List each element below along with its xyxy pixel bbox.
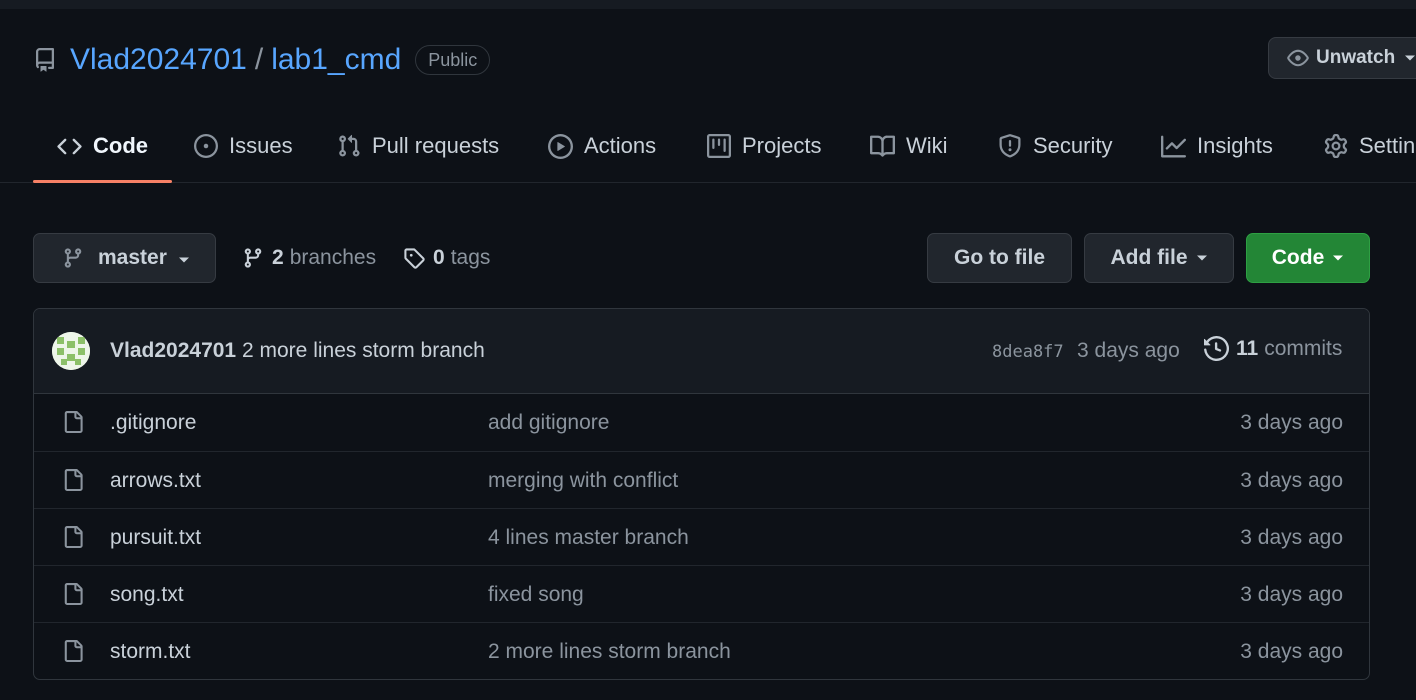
- file-commit-age: 3 days ago: [1240, 469, 1343, 492]
- tags-label: tags: [450, 246, 491, 269]
- commits-label: commits: [1264, 336, 1343, 360]
- play-icon: [548, 133, 584, 159]
- graph-icon: [1161, 134, 1197, 159]
- branches-count: 2: [272, 246, 284, 269]
- tab-actions[interactable]: Actions: [548, 110, 656, 182]
- branch-select-button[interactable]: master: [33, 233, 216, 283]
- file-commit-age: 3 days ago: [1240, 583, 1343, 606]
- project-icon: [707, 134, 742, 158]
- tab-insights[interactable]: Insights: [1161, 110, 1273, 182]
- tags-count: 0: [433, 246, 445, 269]
- file-icon: [62, 468, 84, 492]
- code-button-label: Code: [1271, 246, 1325, 269]
- tab-label: Wiki: [906, 133, 948, 158]
- add-file-button[interactable]: Add file: [1084, 233, 1234, 283]
- commit-author-link[interactable]: Vlad2024701: [110, 339, 236, 363]
- table-row: storm.txt 2 more lines storm branch 3 da…: [34, 622, 1369, 679]
- file-name-link[interactable]: arrows.txt: [110, 469, 201, 493]
- tab-label: Security: [1033, 133, 1113, 158]
- table-row: arrows.txt merging with conflict 3 days …: [34, 451, 1369, 508]
- avatar[interactable]: [52, 332, 90, 370]
- repo-nav-tabs: Code Issues Pull requests Actions Projec…: [0, 110, 1416, 183]
- tab-label: Code: [93, 133, 148, 158]
- file-commit-age: 3 days ago: [1240, 640, 1343, 663]
- commit-sha-link[interactable]: 8dea8f7: [992, 342, 1064, 362]
- gear-icon: [1324, 134, 1359, 158]
- file-name-link[interactable]: song.txt: [110, 583, 184, 607]
- book-icon: [870, 134, 906, 159]
- go-to-file-button[interactable]: Go to file: [927, 233, 1072, 283]
- tab-code[interactable]: Code: [33, 110, 172, 183]
- repo-icon: [33, 48, 57, 72]
- code-download-button[interactable]: Code: [1246, 233, 1370, 283]
- pull-request-icon: [337, 134, 372, 158]
- repo-header: Vlad2024701 / lab1_cmd Public: [33, 38, 491, 82]
- add-file-label: Add file: [1110, 246, 1188, 269]
- file-icon: [62, 639, 84, 663]
- tab-projects[interactable]: Projects: [707, 110, 821, 182]
- unwatch-button[interactable]: Unwatch: [1268, 37, 1416, 79]
- chevron-down-icon: [1332, 254, 1344, 262]
- file-commit-message-link[interactable]: fixed song: [488, 583, 584, 607]
- file-icon: [62, 410, 84, 434]
- repo-name-link[interactable]: lab1_cmd: [271, 40, 401, 80]
- file-commit-message-link[interactable]: 2 more lines storm branch: [488, 640, 731, 664]
- file-listing: Vlad2024701 2 more lines storm branch 8d…: [33, 308, 1370, 680]
- tab-security[interactable]: Security: [998, 110, 1112, 182]
- latest-commit-bar: Vlad2024701 2 more lines storm branch 8d…: [34, 309, 1369, 394]
- branch-name: master: [98, 246, 167, 269]
- branches-link[interactable]: 2 branches: [242, 240, 376, 276]
- chevron-down-icon: [1404, 54, 1416, 62]
- repo-path-separator: /: [254, 43, 264, 76]
- table-row: song.txt fixed song 3 days ago: [34, 565, 1369, 622]
- tab-settings[interactable]: Settin: [1324, 110, 1415, 182]
- tags-link[interactable]: 0 tags: [403, 240, 490, 276]
- unwatch-label: Unwatch: [1316, 47, 1396, 68]
- tab-label: Insights: [1197, 133, 1273, 158]
- commits-count: 11: [1236, 336, 1259, 360]
- branch-icon: [62, 247, 84, 269]
- file-commit-message-link[interactable]: merging with conflict: [488, 469, 678, 493]
- branches-label: branches: [289, 246, 377, 269]
- file-commit-age: 3 days ago: [1240, 411, 1343, 434]
- tab-label: Issues: [229, 133, 293, 158]
- tab-issues[interactable]: Issues: [194, 110, 293, 182]
- commits-history-link[interactable]: 11 commits: [1204, 336, 1342, 361]
- shield-icon: [998, 134, 1033, 158]
- commit-message-link[interactable]: 2 more lines storm branch: [242, 339, 485, 363]
- chevron-down-icon: [1196, 254, 1208, 262]
- tab-label: Actions: [584, 133, 657, 158]
- code-icon: [57, 134, 93, 159]
- file-name-link[interactable]: storm.txt: [110, 640, 191, 664]
- tab-pull-requests[interactable]: Pull requests: [337, 110, 499, 182]
- top-strip: [0, 0, 1416, 9]
- file-name-link[interactable]: .gitignore: [110, 411, 196, 435]
- file-rows: .gitignore add gitignore 3 days ago arro…: [34, 394, 1369, 679]
- chevron-down-icon: [178, 256, 190, 264]
- file-name-link[interactable]: pursuit.txt: [110, 526, 201, 550]
- file-commit-message-link[interactable]: 4 lines master branch: [488, 526, 689, 550]
- repo-owner-link[interactable]: Vlad2024701: [70, 40, 247, 80]
- commit-age: 3 days ago: [1077, 339, 1180, 362]
- visibility-badge: Public: [415, 45, 491, 75]
- tab-label: Settin: [1359, 133, 1416, 158]
- file-icon: [62, 582, 84, 606]
- issue-icon: [194, 134, 229, 158]
- tab-label: Pull requests: [372, 133, 500, 158]
- table-row: .gitignore add gitignore 3 days ago: [34, 394, 1369, 451]
- history-icon: [1204, 336, 1236, 361]
- tab-wiki[interactable]: Wiki: [870, 110, 948, 182]
- file-commit-age: 3 days ago: [1240, 526, 1343, 549]
- eye-icon: [1287, 47, 1316, 69]
- table-row: pursuit.txt 4 lines master branch 3 days…: [34, 508, 1369, 565]
- tag-icon: [403, 247, 425, 269]
- file-commit-message-link[interactable]: add gitignore: [488, 411, 609, 435]
- file-icon: [62, 525, 84, 549]
- tab-label: Projects: [742, 133, 822, 158]
- branch-icon: [242, 247, 264, 269]
